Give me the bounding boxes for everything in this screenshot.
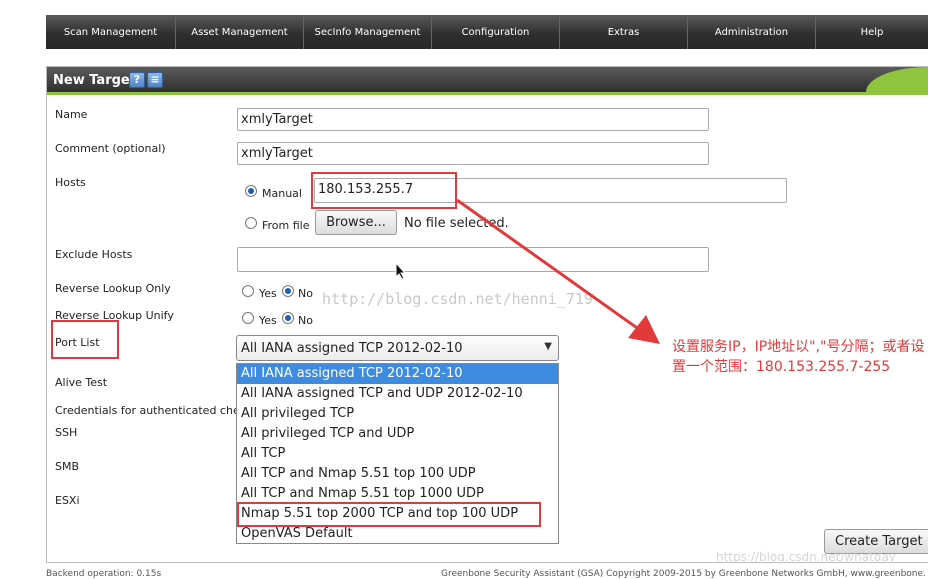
arrow-line: [456, 198, 641, 332]
watermark-secondary: https://blog.csdn.net/whatday: [716, 550, 896, 564]
annotation-text: 设置服务IP，IP地址以","号分隔；或者设置一个范围：180.153.255.…: [672, 339, 925, 375]
annotation-arrow: [456, 198, 660, 344]
arrow-head: [628, 315, 660, 344]
mouse-cursor-icon: [395, 262, 407, 280]
